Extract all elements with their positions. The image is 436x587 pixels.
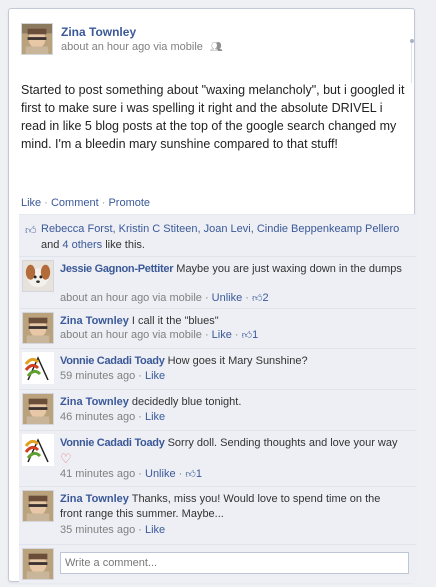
action-separator: · xyxy=(101,197,106,209)
thumbs-up-icon: 👍︎ xyxy=(252,293,263,304)
comment-item: Vonnie Cadadi Toady How goes it Mary Sun… xyxy=(19,349,416,390)
post-message: Started to post something about "waxing … xyxy=(21,83,405,151)
comment-like-number: 1 xyxy=(252,329,259,341)
comment-like-toggle[interactable]: Like xyxy=(145,370,165,382)
comment-meta: 59 minutes ago · Like xyxy=(60,370,166,382)
comment-body: Zina Townley I call it the "blues" xyxy=(60,314,404,329)
comment-like-toggle[interactable]: Unlike xyxy=(212,292,243,304)
comment-item: Jessie Gagnon-Pettiter Maybe you are jus… xyxy=(19,257,416,309)
comment-item: Zina Townley decidedly blue tonight. 46 … xyxy=(19,390,416,431)
likes-summary: 👍︎ Rebecca Forst, Kristin C Stiteen, Joa… xyxy=(19,215,416,257)
people-icon[interactable]: 👥︎ xyxy=(210,42,223,53)
commenter-name[interactable]: Zina Townley xyxy=(60,396,129,408)
comment-text: Maybe you are just waxing down in the du… xyxy=(176,263,402,275)
comment-text: I call it the "blues" xyxy=(131,315,219,327)
comment-like-toggle[interactable]: Like xyxy=(212,329,232,341)
commenter-avatar[interactable] xyxy=(22,260,54,292)
heart-emoticon-icon: ♡ xyxy=(60,451,72,466)
like-link[interactable]: Like xyxy=(21,197,41,209)
dog-avatar-picture xyxy=(23,261,53,291)
comment-link[interactable]: Comment xyxy=(51,197,99,209)
thumbs-up-icon: 👍︎ xyxy=(185,469,196,480)
commenter-avatar[interactable] xyxy=(22,393,54,425)
post-author-name[interactable]: Zina Townley xyxy=(61,25,136,39)
story-actions: Like · Comment · Promote xyxy=(19,193,416,215)
post-meta: about an hour ago via mobile 👥︎ xyxy=(61,41,223,53)
timeline-line xyxy=(411,43,412,83)
comment-timestamp[interactable]: 35 minutes ago xyxy=(60,524,135,536)
likers-suffix: like this. xyxy=(105,239,145,251)
comment-text: decidedly blue tonight. xyxy=(131,396,242,408)
comment-body: Zina Townley Thanks, miss you! Would lov… xyxy=(60,492,404,522)
comment-like-toggle[interactable]: Unlike xyxy=(145,468,176,480)
comment-timestamp[interactable]: 46 minutes ago xyxy=(60,411,135,423)
comment-timestamp[interactable]: 41 minutes ago xyxy=(60,468,135,480)
commenter-avatar[interactable] xyxy=(22,312,54,344)
commenter-name[interactable]: Zina Townley xyxy=(60,493,129,505)
flower-avatar-picture xyxy=(22,434,54,466)
commenter-name[interactable]: Zina Townley xyxy=(60,315,129,327)
write-comment-input[interactable] xyxy=(60,552,409,574)
comment-meta: 41 minutes ago · Unlike · 👍︎1 xyxy=(60,468,202,480)
commenter-avatar[interactable] xyxy=(22,352,54,384)
comment-timestamp[interactable]: about an hour ago via mobile xyxy=(60,292,202,304)
comment-text: Sorry doll. Sending thoughts and love yo… xyxy=(167,437,398,449)
comment-body: Jessie Gagnon-Pettiter Maybe you are jus… xyxy=(60,262,404,277)
comment-like-count[interactable]: 👍︎2 xyxy=(252,292,269,304)
thumbs-up-icon: 👍︎ xyxy=(241,330,253,341)
comment-body: Zina Townley decidedly blue tonight. xyxy=(60,395,404,410)
story-card: Zina Townley about an hour ago via mobil… xyxy=(8,8,416,583)
comment-body: Vonnie Cadadi Toady Sorry doll. Sending … xyxy=(60,436,404,468)
commenter-avatar[interactable] xyxy=(22,490,54,522)
comment-text: How goes it Mary Sunshine? xyxy=(167,355,308,367)
zina-avatar-picture xyxy=(23,549,53,579)
zina-avatar-picture xyxy=(23,491,53,521)
comment-item: Vonnie Cadadi Toady Sorry doll. Sending … xyxy=(19,431,416,487)
comment-meta: about an hour ago via mobile · Like · 👍︎… xyxy=(60,329,259,341)
post-timestamp[interactable]: about an hour ago via mobile xyxy=(61,41,203,53)
promote-link[interactable]: Promote xyxy=(108,197,150,209)
flower-avatar-picture xyxy=(22,352,54,384)
comment-like-number: 1 xyxy=(195,468,202,480)
commenter-name[interactable]: Vonnie Cadadi Toady xyxy=(60,437,165,449)
commenter-name[interactable]: Vonnie Cadadi Toady xyxy=(60,355,165,367)
comment-body: Vonnie Cadadi Toady How goes it Mary Sun… xyxy=(60,354,404,369)
zina-avatar-picture xyxy=(23,313,53,343)
likers-conjunction: and xyxy=(41,239,60,251)
comment-meta: 46 minutes ago · Like xyxy=(60,411,166,423)
comment-meta: about an hour ago via mobile · Unlike · … xyxy=(60,292,269,304)
zina-avatar-picture xyxy=(23,394,53,424)
comment-like-toggle[interactable]: Like xyxy=(145,411,165,423)
action-separator: · xyxy=(44,197,48,209)
comment-item: Zina Townley I call it the "blues" about… xyxy=(19,309,416,349)
likers-names[interactable]: Rebecca Forst, Kristin C Stiteen, Joan L… xyxy=(41,223,399,235)
comment-item: Zina Townley Thanks, miss you! Would lov… xyxy=(19,487,416,545)
viewer-avatar xyxy=(22,548,54,580)
comment-timestamp[interactable]: about an hour ago via mobile xyxy=(60,329,202,341)
zina-avatar-picture xyxy=(22,24,52,54)
thumbs-up-icon: 👍︎ xyxy=(25,225,37,237)
feedback-panel: 👍︎ Rebecca Forst, Kristin C Stiteen, Joa… xyxy=(19,215,416,583)
comment-like-toggle[interactable]: Like xyxy=(145,524,165,536)
comment-like-number: 2 xyxy=(262,292,269,304)
author-avatar[interactable] xyxy=(21,23,53,55)
likers-others-link[interactable]: 4 others xyxy=(62,239,102,251)
comment-timestamp[interactable]: 59 minutes ago xyxy=(60,370,135,382)
comment-like-count[interactable]: 👍︎1 xyxy=(242,329,259,341)
commenter-name[interactable]: Jessie Gagnon-Pettiter xyxy=(60,263,174,275)
comment-meta: 35 minutes ago · Like xyxy=(60,524,166,536)
write-comment-row xyxy=(19,545,416,583)
commenter-avatar[interactable] xyxy=(22,434,54,466)
comment-like-count[interactable]: 👍︎1 xyxy=(185,468,202,480)
